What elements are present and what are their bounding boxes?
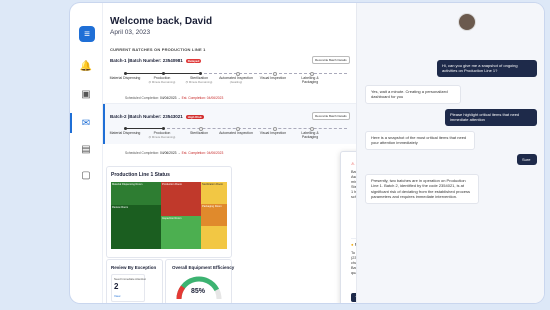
gauge-low-zone [176, 285, 186, 300]
app-logo[interactable]: ≡ [79, 26, 95, 42]
chat-panel: Hi, can you give me a snapshot of ongoin… [356, 3, 544, 303]
review-box[interactable]: Need Immediate Attention 2 View [111, 274, 147, 302]
dashboard-main: Welcome back, David April 03, 2023 CURRE… [103, 3, 454, 303]
stage-label: Sterilization [189, 131, 209, 135]
inbox-icon[interactable]: ✉ [70, 113, 94, 133]
batch-2-schedule: Scheduled Completion: 04/06/2023 → Est. … [125, 151, 224, 155]
app-window: ≡ 🔔 ▣ ✉ ▤ ▢ Welcome back, David April 03… [70, 3, 544, 303]
section-title: CURRENT BATCHES ON PRODUCTION LINE 1 [110, 47, 206, 52]
chat-message-user: Sure [517, 154, 537, 166]
heatmap-cell[interactable] [201, 226, 227, 249]
batch-2-stage-dot [124, 127, 127, 130]
review-view-link[interactable]: View [114, 294, 120, 298]
stage-label: Material Dispensing [109, 76, 141, 80]
line-status-card: Production Line 1 Status Material Dispen… [106, 166, 232, 258]
batch-2-stage-dot [162, 127, 165, 130]
lightbulb-icon: ● [351, 242, 354, 247]
clipboard-icon[interactable]: ▢ [78, 167, 94, 183]
heatmap-cell[interactable]: Review Room [111, 205, 161, 249]
briefcase-icon[interactable]: ▤ [78, 141, 94, 157]
batch-1-details-button[interactable]: Reconcile Batch Details [312, 56, 350, 64]
warning-icon: ⚠ [351, 161, 355, 166]
oee-card: Overall Equipment Efficiency 85% [165, 259, 235, 303]
review-title: Review By Exception [111, 265, 157, 270]
page-title: Welcome back, David [110, 16, 213, 27]
sidebar: ≡ 🔔 ▣ ✉ ▤ ▢ [70, 3, 103, 303]
batch-1-stage-dot [162, 72, 165, 75]
stage-label: Production (0 Minute Remaining) [148, 131, 176, 139]
batch-1-schedule: Scheduled Completion: 04/04/2023 → Est. … [125, 96, 224, 100]
high-risk-badge: High Risk [185, 114, 204, 119]
review-subtitle: Need Immediate Attention [114, 277, 147, 281]
stage-label: Labelling & Packaging [301, 76, 319, 84]
stage-label: Material Dispensing [109, 131, 141, 135]
line-status-title: Production Line 1 Status [111, 172, 170, 178]
user-avatar[interactable] [458, 13, 476, 31]
heatmap-cell[interactable]: Material Dispensing Room [111, 182, 161, 205]
stage-label: Automated Inspection (Awaiting) [219, 76, 253, 84]
stage-label: Visual Inspection [259, 76, 287, 80]
batch-1-stage-dot [124, 72, 127, 75]
batch-1-name: Batch-1 (Batch Number: 23540981 Delayed [110, 58, 202, 63]
chat-message-bot: Presently, two batches are in operation … [365, 174, 479, 204]
chat-message-user: Please highlight critical items that nee… [445, 109, 537, 126]
delayed-badge: Delayed [185, 58, 202, 63]
batch-2-progress-pending [162, 128, 347, 130]
batch-2-details-button[interactable]: Reconcile Batch Details [312, 112, 350, 120]
batch-2-accent [103, 104, 105, 144]
current-date: April 03, 2023 [110, 29, 151, 36]
heatmap-cell[interactable]: Production Room [161, 182, 201, 216]
chat-message-user: Hi, can you give me a snapshot of ongoin… [437, 60, 537, 77]
chat-message-bot: Here is a snapshot of the most critical … [365, 131, 475, 150]
stage-label: Automated Inspection [219, 131, 253, 135]
stage-label: Sterilization (5 Minute Remaining) [185, 76, 213, 84]
heatmap-cell[interactable]: Packaging Room [201, 204, 227, 226]
oee-gauge [176, 276, 222, 300]
bell-icon[interactable]: 🔔 [78, 58, 94, 74]
stage-label: Production (0 Minute Remaining) [148, 76, 176, 84]
heatmap-cell[interactable]: Sterilization Room [201, 182, 227, 204]
chat-message-bot: Yes, wait a minute. Creating a personali… [365, 85, 461, 104]
batch-2-name: Batch-2 (Batch Number: 23543021 High Risk [110, 114, 204, 119]
stage-label: Labelling & Packaging [301, 131, 319, 139]
batch-2-progress-done [125, 128, 162, 130]
stage-label: Visual Inspection [259, 131, 287, 135]
batch-1-stage-dot [199, 72, 202, 75]
factory-icon[interactable]: ▣ [78, 86, 94, 102]
review-card: Review By Exception Need Immediate Atten… [106, 259, 163, 303]
heatmap-cell[interactable]: Inspection Room [161, 216, 201, 249]
review-count: 2 [114, 282, 119, 291]
oee-value: 85% [191, 288, 206, 295]
oee-title: Overall Equipment Efficiency [172, 265, 235, 270]
